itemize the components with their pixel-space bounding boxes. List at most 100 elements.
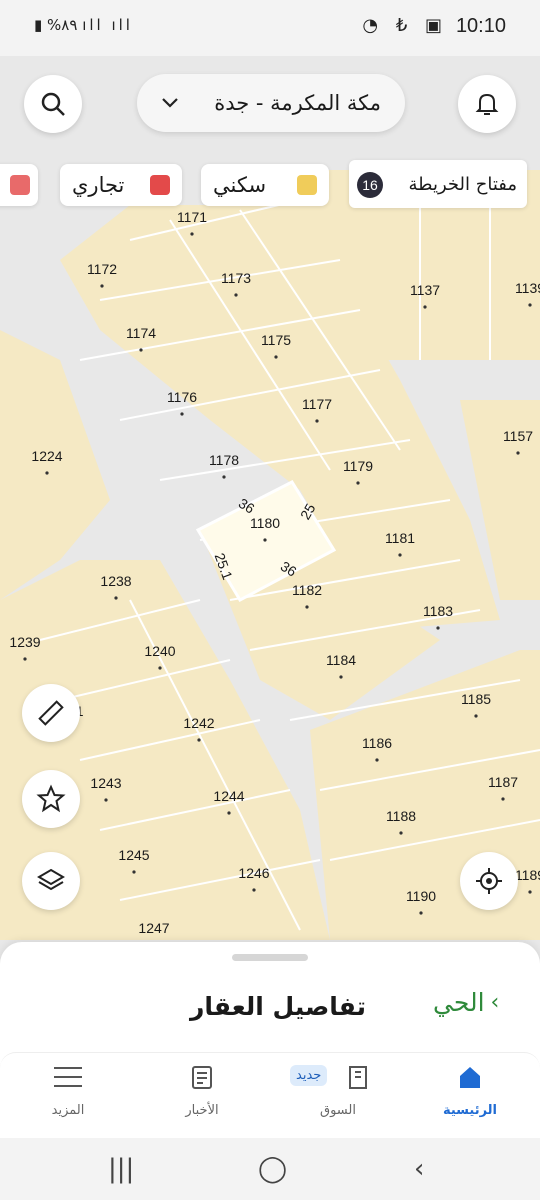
plot-marker	[263, 538, 267, 542]
plot-marker	[100, 284, 104, 288]
plot-label[interactable]: 1157	[503, 428, 533, 444]
plot-marker	[227, 811, 231, 815]
plot-label[interactable]: 1186	[362, 735, 392, 751]
clock: 10:10	[455, 15, 506, 37]
plot-label[interactable]: 1190	[406, 888, 436, 904]
plot-marker	[516, 451, 520, 455]
plot-marker	[399, 831, 403, 835]
news-icon	[192, 1066, 212, 1089]
plot-label[interactable]: 1245	[118, 847, 149, 863]
search-icon	[41, 92, 65, 116]
plot-label[interactable]: 1242	[183, 715, 214, 731]
plot-label[interactable]: 1243	[90, 775, 121, 791]
plot-label[interactable]: 1189	[515, 867, 540, 883]
plot-label[interactable]: 1181	[385, 530, 415, 546]
plot-label[interactable]: 1172	[87, 261, 117, 277]
back-chevron-icon[interactable]: ‹	[414, 1154, 424, 1184]
district-link[interactable]: الحي ‹	[433, 988, 499, 1017]
menu-icon	[54, 1067, 82, 1087]
star-icon	[36, 784, 66, 813]
plot-marker	[114, 596, 118, 600]
location-selector[interactable]: مكة المكرمة - جدة	[137, 74, 405, 132]
locate-button[interactable]	[460, 852, 518, 910]
plot-marker	[375, 758, 379, 762]
search-button[interactable]	[24, 75, 82, 133]
plot-marker	[158, 666, 162, 670]
favorite-button[interactable]	[22, 770, 80, 828]
home-circle-icon[interactable]: ◯	[258, 1154, 287, 1184]
plot-marker	[274, 355, 278, 359]
filter-chip-commercial[interactable]: تجاري	[60, 164, 182, 206]
plot-label[interactable]: 1139	[515, 280, 540, 296]
status-bar: ▮ %٨٩ ıll ıll ◔ ₺ ▣ 10:10	[0, 0, 540, 56]
status-left-icons: ▮ %٨٩ ıll ıll	[34, 16, 133, 34]
nav-market-label: السوق	[320, 1103, 356, 1118]
plot-label[interactable]: 1187	[488, 774, 518, 790]
plot-label[interactable]: 1183	[423, 603, 453, 619]
building-icon	[349, 1066, 367, 1089]
plot-marker	[45, 471, 49, 475]
commercial-swatch-icon	[150, 175, 170, 195]
plot-label[interactable]: 1246	[238, 865, 269, 881]
notifications-button[interactable]	[458, 75, 516, 133]
plot-label[interactable]: 1239	[9, 634, 40, 650]
plot-marker	[315, 419, 319, 423]
plot-label[interactable]: 1177	[302, 396, 332, 412]
chevron-down-icon	[162, 98, 178, 108]
plot-label[interactable]: 1182	[292, 582, 322, 598]
location-text: مكة المكرمة - جدة	[214, 91, 381, 115]
plot-marker	[222, 475, 226, 479]
plot-label[interactable]: 1179	[343, 458, 373, 474]
plot-label[interactable]: 1185	[461, 691, 491, 707]
map-key-badge: 16	[357, 172, 383, 198]
residential-swatch-icon	[297, 175, 317, 195]
plot-label[interactable]: 1137	[410, 282, 440, 298]
plot-marker	[23, 657, 27, 661]
layers-button[interactable]	[22, 852, 80, 910]
ruler-icon	[38, 700, 64, 726]
plot-label[interactable]: 1184	[326, 652, 356, 668]
plot-marker	[252, 888, 256, 892]
plot-label[interactable]: 1176	[167, 389, 197, 405]
plot-marker	[180, 412, 184, 416]
filter-chip-residential[interactable]: سكني	[201, 164, 329, 206]
plot-label[interactable]: 1175	[261, 332, 291, 348]
home-icon	[460, 1067, 480, 1088]
plot-label[interactable]: 1240	[144, 643, 175, 659]
recent-apps-icon[interactable]: |||	[108, 1154, 134, 1184]
plot-label[interactable]: 1173	[221, 270, 251, 286]
swatch-icon	[10, 175, 30, 195]
plot-label[interactable]: 1180	[250, 515, 280, 531]
crosshair-icon	[476, 868, 502, 894]
chevron-left-icon: ‹	[490, 990, 500, 1015]
nav-news[interactable]: الأخبار	[152, 1063, 252, 1118]
plot-marker	[528, 303, 532, 307]
plot-marker	[419, 911, 423, 915]
nav-home-label: الرئيسية	[442, 1103, 498, 1118]
plot-marker	[197, 738, 201, 742]
plot-label[interactable]: 1174	[126, 325, 156, 341]
nav-home[interactable]: الرئيسية	[420, 1063, 520, 1118]
map-key-button[interactable]: 16 مفتاح الخريطة	[349, 160, 527, 208]
bottom-nav: الرئيسية السوق الأخبار المزيد جديد	[0, 1052, 540, 1138]
measure-button[interactable]	[22, 684, 80, 742]
plot-label[interactable]: 1244	[213, 788, 244, 804]
nav-more[interactable]: المزيد	[18, 1063, 118, 1118]
plot-label[interactable]: 1224	[31, 448, 62, 464]
plot-label[interactable]: 1238	[100, 573, 131, 589]
plot-marker	[474, 714, 478, 718]
plot-label[interactable]: 1178	[209, 452, 239, 468]
filter-chip-partial[interactable]	[0, 164, 38, 206]
plot-marker	[356, 481, 360, 485]
new-badge: جديد	[290, 1065, 328, 1086]
plot-marker	[104, 798, 108, 802]
layers-icon	[37, 868, 65, 891]
plot-label[interactable]: 1171	[177, 209, 207, 225]
sheet-handle[interactable]	[232, 954, 308, 961]
nav-more-label: المزيد	[51, 1103, 85, 1118]
nav-news-label: الأخبار	[185, 1103, 219, 1118]
plot-marker	[132, 870, 136, 874]
plot-label[interactable]: 1188	[386, 808, 416, 824]
plot-marker	[528, 890, 532, 894]
plot-label[interactable]: 1247	[138, 920, 169, 936]
